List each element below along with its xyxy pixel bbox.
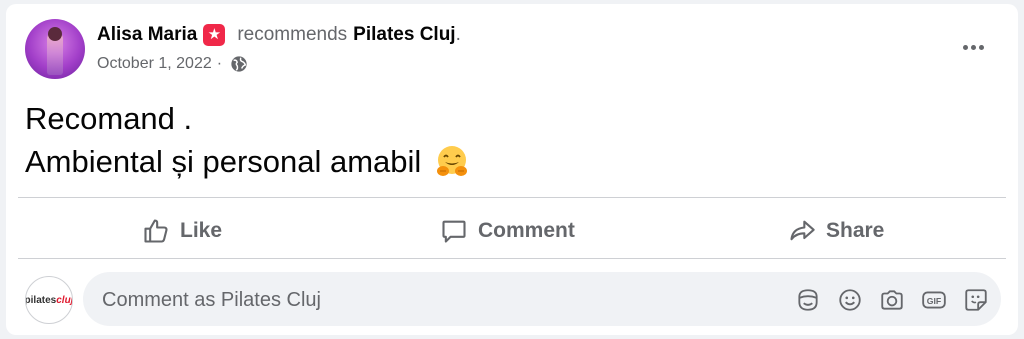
- post-text-line-2-content: Ambiental și personal amabil: [25, 144, 422, 179]
- date-separator: ·: [216, 55, 223, 72]
- recommend-star-icon: ★: [203, 24, 226, 46]
- actions-top-divider: [18, 197, 1006, 198]
- camera-icon[interactable]: [879, 287, 905, 313]
- globe-icon[interactable]: [230, 55, 248, 73]
- thumbs-up-icon: [144, 219, 168, 243]
- page-avatar-text: pilates: [25, 294, 57, 306]
- share-label: Share: [826, 219, 885, 242]
- page-avatar-accent: cluj: [56, 294, 73, 306]
- more-options-button[interactable]: [956, 37, 990, 57]
- emoji-icon[interactable]: [837, 287, 863, 313]
- header-period: .: [455, 24, 461, 45]
- avatar-head: [48, 27, 62, 41]
- post-date[interactable]: October 1, 2022: [97, 55, 212, 73]
- recommends-label: recommends: [237, 24, 348, 45]
- post-text: Recomand . Ambiental și personal amabil: [25, 97, 470, 183]
- dot-icon: [970, 44, 976, 50]
- author-name[interactable]: Alisa Maria: [97, 24, 197, 46]
- hugging-face-emoji: [436, 146, 467, 176]
- share-button[interactable]: Share: [788, 209, 884, 253]
- like-button[interactable]: Like: [142, 209, 222, 253]
- dot-icon: [962, 44, 968, 50]
- gif-icon[interactable]: GIF: [921, 287, 947, 313]
- post-header: Alisa Maria ★ recommends Pilates Cluj .: [97, 24, 461, 46]
- comment-input[interactable]: [100, 272, 784, 328]
- actions-bottom-divider: [18, 258, 1006, 259]
- comment-button[interactable]: Comment: [440, 209, 575, 253]
- comment-bubble-icon: [442, 220, 466, 243]
- post-text-line-2: Ambiental și personal amabil: [25, 140, 470, 183]
- share-arrow-icon: [790, 220, 815, 241]
- comment-label: Comment: [478, 219, 575, 242]
- dot-icon: [978, 44, 984, 50]
- author-avatar[interactable]: [25, 19, 85, 79]
- svg-text:GIF: GIF: [927, 296, 941, 306]
- sticker-icon[interactable]: [963, 287, 989, 313]
- post-card: Alisa Maria ★ recommends Pilates Cluj . …: [6, 4, 1018, 335]
- comment-composer: GIF: [83, 272, 1001, 328]
- avatar-sticker-icon[interactable]: [795, 287, 821, 313]
- page-name-link[interactable]: Pilates Cluj: [353, 24, 455, 46]
- page-avatar[interactable]: pilates cluj: [25, 276, 73, 324]
- post-text-line-1: Recomand .: [25, 101, 193, 136]
- post-meta: October 1, 2022 ·: [97, 55, 248, 73]
- like-label: Like: [180, 219, 223, 242]
